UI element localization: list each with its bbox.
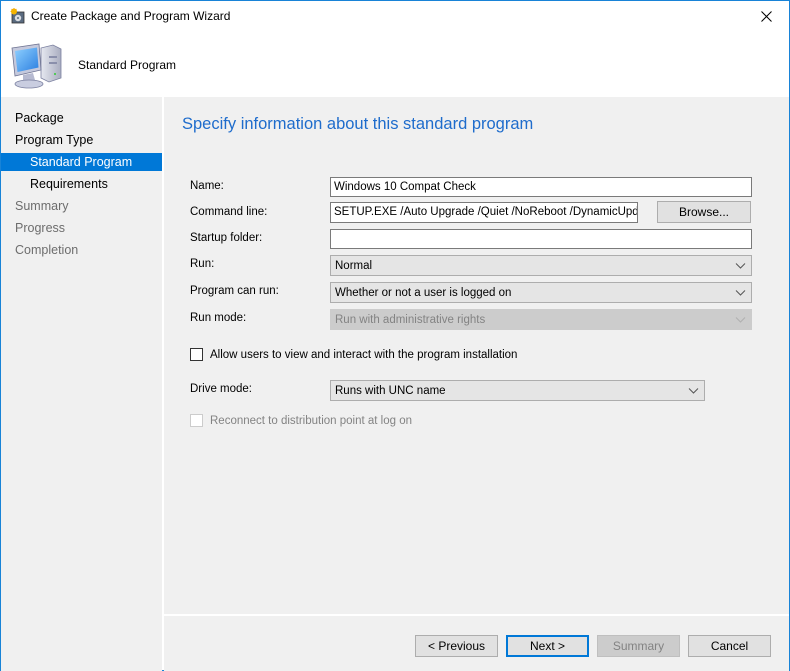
drive-mode-value: Runs with UNC name xyxy=(335,385,446,397)
browse-button[interactable]: Browse... xyxy=(657,201,751,223)
window-title: Create Package and Program Wizard xyxy=(31,9,231,23)
program-can-run-label: Program can run: xyxy=(190,285,279,297)
allow-interact-checkbox[interactable] xyxy=(190,348,203,361)
wizard-footer: < Previous Next > Summary Cancel xyxy=(164,616,789,671)
startup-folder-input[interactable] xyxy=(330,229,752,249)
sidebar-item-program-type[interactable]: Program Type xyxy=(1,131,162,149)
sidebar-item-progress: Progress xyxy=(15,221,66,235)
previous-button[interactable]: < Previous xyxy=(415,635,498,657)
name-label: Name: xyxy=(190,180,224,192)
startup-folder-label: Startup folder: xyxy=(190,232,263,244)
program-can-run-value: Whether or not a user is logged on xyxy=(335,287,512,299)
run-value: Normal xyxy=(335,260,373,272)
close-icon xyxy=(760,10,772,22)
drive-mode-select[interactable]: Runs with UNC name xyxy=(330,380,705,401)
sidebar-item-standard-program[interactable]: Standard Program xyxy=(1,153,162,171)
wizard-header: Standard Program xyxy=(1,32,789,96)
reconnect-row: Reconnect to distribution point at log o… xyxy=(190,414,412,427)
page-title: Specify information about this standard … xyxy=(182,115,534,133)
chevron-down-icon xyxy=(688,388,699,394)
sidebar-item-package[interactable]: Package xyxy=(1,109,162,127)
chevron-down-icon xyxy=(735,290,746,296)
reconnect-checkbox xyxy=(190,414,203,427)
sidebar-item-requirements[interactable]: Requirements xyxy=(1,175,162,193)
cancel-button[interactable]: Cancel xyxy=(688,635,771,657)
command-line-label: Command line: xyxy=(190,206,268,218)
allow-interact-row[interactable]: Allow users to view and interact with th… xyxy=(190,348,517,361)
reconnect-label: Reconnect to distribution point at log o… xyxy=(210,414,413,427)
header-title: Standard Program xyxy=(78,58,177,72)
program-can-run-select[interactable]: Whether or not a user is logged on xyxy=(330,282,752,303)
allow-interact-label: Allow users to view and interact with th… xyxy=(210,348,518,361)
run-mode-label: Run mode: xyxy=(190,312,247,324)
wizard-icon xyxy=(10,8,25,24)
run-label: Run: xyxy=(190,258,215,270)
summary-button: Summary xyxy=(597,635,680,657)
wizard-window: Create Package and Program Wizard Standa… xyxy=(0,0,790,671)
title-bar: Create Package and Program Wizard xyxy=(1,1,789,32)
chevron-down-icon xyxy=(735,263,746,269)
name-input[interactable]: Windows 10 Compat Check xyxy=(330,177,752,197)
drive-mode-label: Drive mode: xyxy=(190,383,252,395)
computer-icon xyxy=(11,43,62,89)
command-line-input[interactable]: SETUP.EXE /Auto Upgrade /Quiet /NoReboot… xyxy=(330,202,638,223)
run-select[interactable]: Normal xyxy=(330,255,752,276)
run-mode-value: Run with administrative rights xyxy=(335,314,486,326)
next-button[interactable]: Next > xyxy=(506,635,589,657)
chevron-down-icon xyxy=(735,317,746,323)
close-button[interactable] xyxy=(743,1,789,31)
wizard-steps-sidebar: Package Program Type Standard Program Re… xyxy=(1,97,162,671)
run-mode-select: Run with administrative rights xyxy=(330,309,752,330)
wizard-content: Specify information about this standard … xyxy=(164,97,789,614)
sidebar-item-summary: Summary xyxy=(15,199,69,213)
sidebar-item-completion: Completion xyxy=(15,243,79,257)
